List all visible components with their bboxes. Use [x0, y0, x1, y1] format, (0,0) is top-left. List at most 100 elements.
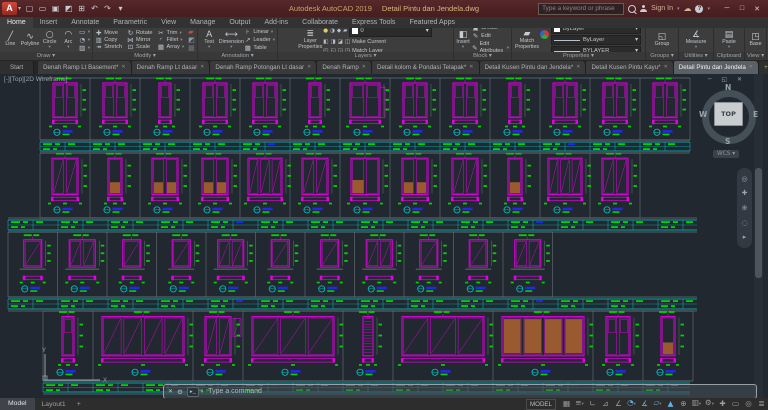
open-file-icon[interactable]: ▭: [37, 4, 48, 13]
close-button[interactable]: ✕: [750, 5, 764, 13]
new-layout-button[interactable]: +: [73, 401, 85, 408]
status-workspace-switching[interactable]: ⚙▾: [703, 397, 716, 410]
ribbon-tab-manage[interactable]: Manage: [183, 17, 222, 28]
viewcube-wcs-menu[interactable]: WCS ▾: [713, 150, 739, 158]
ribbon-panel-view-title[interactable]: View ▾: [745, 52, 766, 60]
command-close-icon[interactable]: ✕: [168, 388, 173, 395]
match-properties-button[interactable]: ▰Match Properties: [516, 29, 538, 50]
ribbon-panel-modify-title[interactable]: Modify ▾: [93, 52, 197, 60]
ribbon-panel-groups-title[interactable]: Groups ▾: [646, 52, 678, 60]
drawing-area[interactable]: YX [-][Top][2D Wireframe] ─ ◱ ✕ N S E W …: [0, 74, 768, 398]
leader-tool[interactable]: ↗Leader▾: [244, 37, 275, 44]
file-tab-denah-ramp-close-icon[interactable]: ✕: [362, 61, 366, 74]
edit-block-tool[interactable]: ✎Edit: [472, 33, 509, 40]
circle-tool[interactable]: ○Circle▾: [41, 30, 58, 50]
model-space-drawing[interactable]: YX: [0, 74, 768, 398]
arc-tool[interactable]: ◠Arc▾: [60, 30, 77, 50]
ribbon-tab-insert[interactable]: Insert: [33, 17, 65, 28]
scrollbar-thumb[interactable]: [755, 168, 762, 278]
make-current-button[interactable]: ◧◨◪◫Make Current: [323, 38, 431, 46]
layer-state-icon-1[interactable]: ◑: [330, 28, 335, 35]
ribbon-tab-express-tools[interactable]: Express Tools: [345, 17, 402, 28]
plot-icon[interactable]: ⊞: [76, 4, 87, 13]
status-isolate-objects[interactable]: ◎: [742, 398, 755, 410]
ribbon-panel-utilities-title[interactable]: Utilities ▾: [679, 52, 713, 60]
status-object-snap[interactable]: ▱▾: [651, 397, 664, 410]
minimize-button[interactable]: ─: [720, 5, 734, 13]
stretch-tool[interactable]: ↠Stretch: [95, 44, 122, 51]
status-polar-tracking[interactable]: ◔▾: [625, 397, 638, 410]
a360-cloud-icon[interactable]: ☁: [683, 4, 691, 13]
status-annotation-scale[interactable]: ▥▾: [690, 397, 703, 410]
status-dynamic-input[interactable]: ⊿: [599, 398, 612, 410]
file-tab-detail-kolom-pondasi-telapak[interactable]: Detail kolom & Pondasi Telapak*✕: [372, 61, 480, 74]
ribbon-tab-home[interactable]: Home: [0, 17, 33, 28]
app-menu-caret-icon[interactable]: ▾: [18, 5, 21, 12]
status-grid-display[interactable]: ▦: [560, 398, 573, 410]
file-tab-denah-ramp-lt-basement[interactable]: Denah Ramp Lt Basement*✕: [38, 61, 132, 74]
help-caret-icon[interactable]: ▾: [707, 6, 710, 12]
steering-wheel-icon[interactable]: ◎: [741, 175, 747, 183]
undo-icon[interactable]: ↶: [89, 4, 100, 13]
layer-properties-button[interactable]: ≣Layer Properties: [299, 29, 321, 50]
status-annotation-autoscale[interactable]: ⊕: [677, 398, 690, 410]
status-customization-menu[interactable]: ≣: [755, 398, 768, 410]
linetype-select[interactable]: ByLayer▾: [551, 35, 641, 45]
layer-state-icon-2[interactable]: ◆: [337, 28, 341, 35]
file-tab-start[interactable]: Start: [0, 61, 34, 74]
status-ortho-mode[interactable]: ∠: [612, 398, 625, 410]
ellipse-tool[interactable]: ◔▾: [79, 37, 90, 44]
file-tab-detail-kolom-pondasi-telapak-close-icon[interactable]: ✕: [469, 61, 473, 74]
layout1-tab[interactable]: Layout1: [35, 401, 73, 408]
layer-state-icon-3[interactable]: ▰: [343, 28, 347, 35]
new-drawing-tab-button[interactable]: +: [759, 61, 768, 74]
file-tab-detail-kusen-pintu-dan-jendela-close-icon[interactable]: ✕: [576, 61, 580, 74]
document-window-controls[interactable]: ─ ◱ ✕: [708, 76, 746, 83]
recent-commands-caret-icon[interactable]: ▾: [201, 389, 204, 395]
array-tool[interactable]: ▦Array▾: [157, 44, 184, 51]
file-tab-denah-ramp-potongan-lt-dasar-close-icon[interactable]: ✕: [307, 61, 311, 74]
sign-in-caret-icon[interactable]: ▾: [677, 6, 680, 12]
object-color-select[interactable]: ByLayer▾: [551, 28, 641, 34]
ribbon-tab-add-ins[interactable]: Add-ins: [257, 17, 295, 28]
command-input[interactable]: Type a command: [208, 388, 262, 395]
viewcube-north[interactable]: N: [725, 83, 731, 92]
status-annotation-visibility[interactable]: ▲: [664, 398, 677, 410]
dimension-tool[interactable]: ⟷Dimension▾: [220, 30, 242, 50]
ribbon-panel-block-title[interactable]: Block ▾: [454, 52, 511, 60]
insert-block-tool[interactable]: ◧Insert▾: [456, 30, 470, 50]
linear-dim-tool[interactable]: ⊦Linear▾: [244, 29, 275, 36]
status-quick-properties[interactable]: ▭: [729, 398, 742, 410]
file-tab-denah-ramp-lt-basement-close-icon[interactable]: ✕: [121, 61, 125, 74]
zoom-extents-icon[interactable]: ⊕: [742, 204, 748, 212]
ribbon-tab-view[interactable]: View: [154, 17, 183, 28]
save-icon[interactable]: ▣: [50, 4, 61, 13]
file-tab-denah-ramp-lt-dasar-close-icon[interactable]: ✕: [200, 61, 204, 74]
file-tab-denah-ramp-lt-dasar[interactable]: Denah Ramp Lt dasar✕: [132, 61, 211, 74]
save-as-icon[interactable]: ◩: [63, 4, 74, 13]
ribbon-panel-draw-title[interactable]: Draw ▾: [0, 52, 92, 60]
qat-customize-icon[interactable]: ▾: [115, 4, 126, 13]
status-snap-mode[interactable]: ≡▾: [573, 397, 586, 410]
model-space-badge[interactable]: MODEL: [526, 399, 556, 410]
hatch-tool[interactable]: ▨▾: [79, 45, 90, 52]
search-input[interactable]: Type a keyword or phrase: [538, 3, 624, 15]
ribbon-tab-featured-apps[interactable]: Featured Apps: [402, 17, 462, 28]
viewcube-top-face[interactable]: TOP: [714, 102, 743, 126]
layer-state-icon-0[interactable]: ●: [323, 28, 328, 35]
ribbon-tab-annotate[interactable]: Annotate: [64, 17, 106, 28]
polyline-tool[interactable]: ∿Polyline: [21, 32, 40, 48]
text-tool[interactable]: AText▾: [200, 30, 218, 50]
base-view-tool[interactable]: ◳Base: [747, 32, 764, 48]
model-tab[interactable]: Model: [0, 398, 35, 410]
orbit-icon[interactable]: ◌: [741, 219, 747, 227]
file-tab-detail-pintu-dan-jendela-close-icon[interactable]: ✕: [749, 61, 753, 74]
make-current-button-icon-1[interactable]: ◨: [330, 38, 335, 46]
layer-select[interactable]: 0▾: [349, 28, 431, 37]
file-tab-detail-kusen-pintu-kayu[interactable]: Detail Kusen Pintu Kayu*✕: [586, 61, 673, 74]
viewport-controls[interactable]: [-][Top][2D Wireframe]: [4, 76, 68, 83]
make-current-button-icon-0[interactable]: ◧: [323, 38, 328, 46]
make-current-button-icon-3[interactable]: ◫: [345, 38, 350, 46]
edit-attributes-tool[interactable]: ✎Edit Attributes▾: [472, 41, 509, 52]
viewcube[interactable]: N S E W TOP WCS ▾: [698, 84, 760, 162]
